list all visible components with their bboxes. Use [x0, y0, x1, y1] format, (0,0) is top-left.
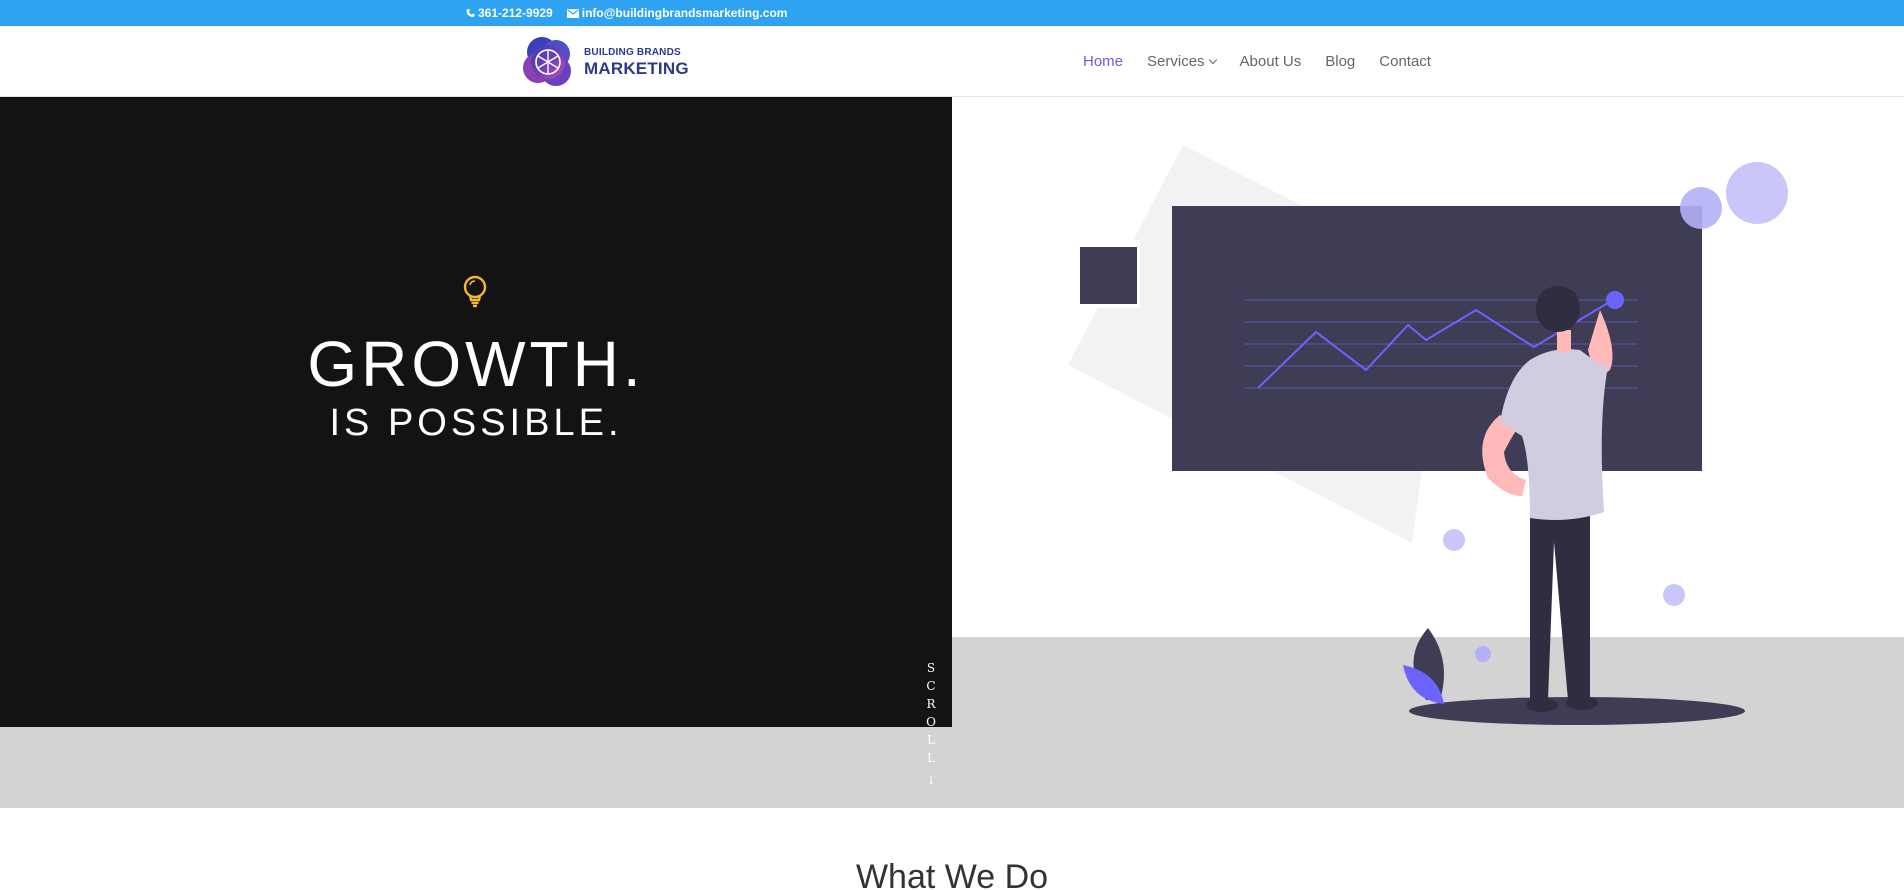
phone-icon — [466, 8, 475, 18]
arrow-down-icon: ↓ — [925, 773, 937, 787]
logo-line-1: BUILDING BRANDS — [584, 46, 681, 58]
nav-services[interactable]: Services — [1147, 53, 1217, 70]
growth-chart-illustration — [1068, 145, 1788, 725]
scroll-letter: S — [926, 661, 936, 675]
nav-about-us[interactable]: About Us — [1240, 53, 1302, 70]
scroll-letter: L — [927, 733, 935, 747]
section-title: What We Do — [855, 858, 1049, 890]
scroll-letter: O — [926, 715, 936, 729]
chevron-down-icon — [1208, 55, 1217, 64]
hero-headline: GROWTH. — [307, 328, 645, 400]
scroll-letter: C — [926, 679, 936, 693]
scroll-letter: R — [926, 697, 936, 711]
mail-icon — [566, 8, 579, 18]
site-header: BUILDING BRANDS MARKETING Home Services … — [0, 26, 1904, 97]
scroll-indicator[interactable]: SCROLL ↓ — [921, 660, 941, 788]
nav-blog[interactable]: Blog — [1325, 53, 1355, 70]
hero-subheadline: IS POSSIBLE. — [329, 402, 623, 444]
phone-link[interactable]: 361-212-9929 — [466, 6, 553, 20]
email-link[interactable]: info@buildingbrandsmarketing.com — [566, 6, 788, 20]
logo-text: BUILDING BRANDS MARKETING — [584, 46, 689, 78]
phone-number: 361-212-9929 — [478, 6, 553, 20]
what-we-do-section: What We Do — [0, 808, 1904, 890]
lightbulb-icon — [463, 275, 487, 308]
email-address: info@buildingbrandsmarketing.com — [581, 6, 788, 20]
main-nav: Home Services About Us Blog Contact — [1083, 26, 1431, 97]
nav-contact[interactable]: Contact — [1379, 53, 1431, 70]
nav-services-label: Services — [1147, 53, 1205, 70]
contact-info: 361-212-9929 info@buildingbrandsmarketin… — [466, 0, 787, 26]
scroll-letters: SCROLL — [926, 660, 936, 766]
nav-home[interactable]: Home — [1083, 53, 1123, 70]
top-bar: 361-212-9929 info@buildingbrandsmarketin… — [0, 0, 1904, 26]
site-logo[interactable]: BUILDING BRANDS MARKETING — [520, 34, 689, 90]
scroll-letter: L — [927, 751, 935, 765]
logo-icon — [523, 37, 571, 86]
logo-line-2: MARKETING — [584, 58, 689, 78]
